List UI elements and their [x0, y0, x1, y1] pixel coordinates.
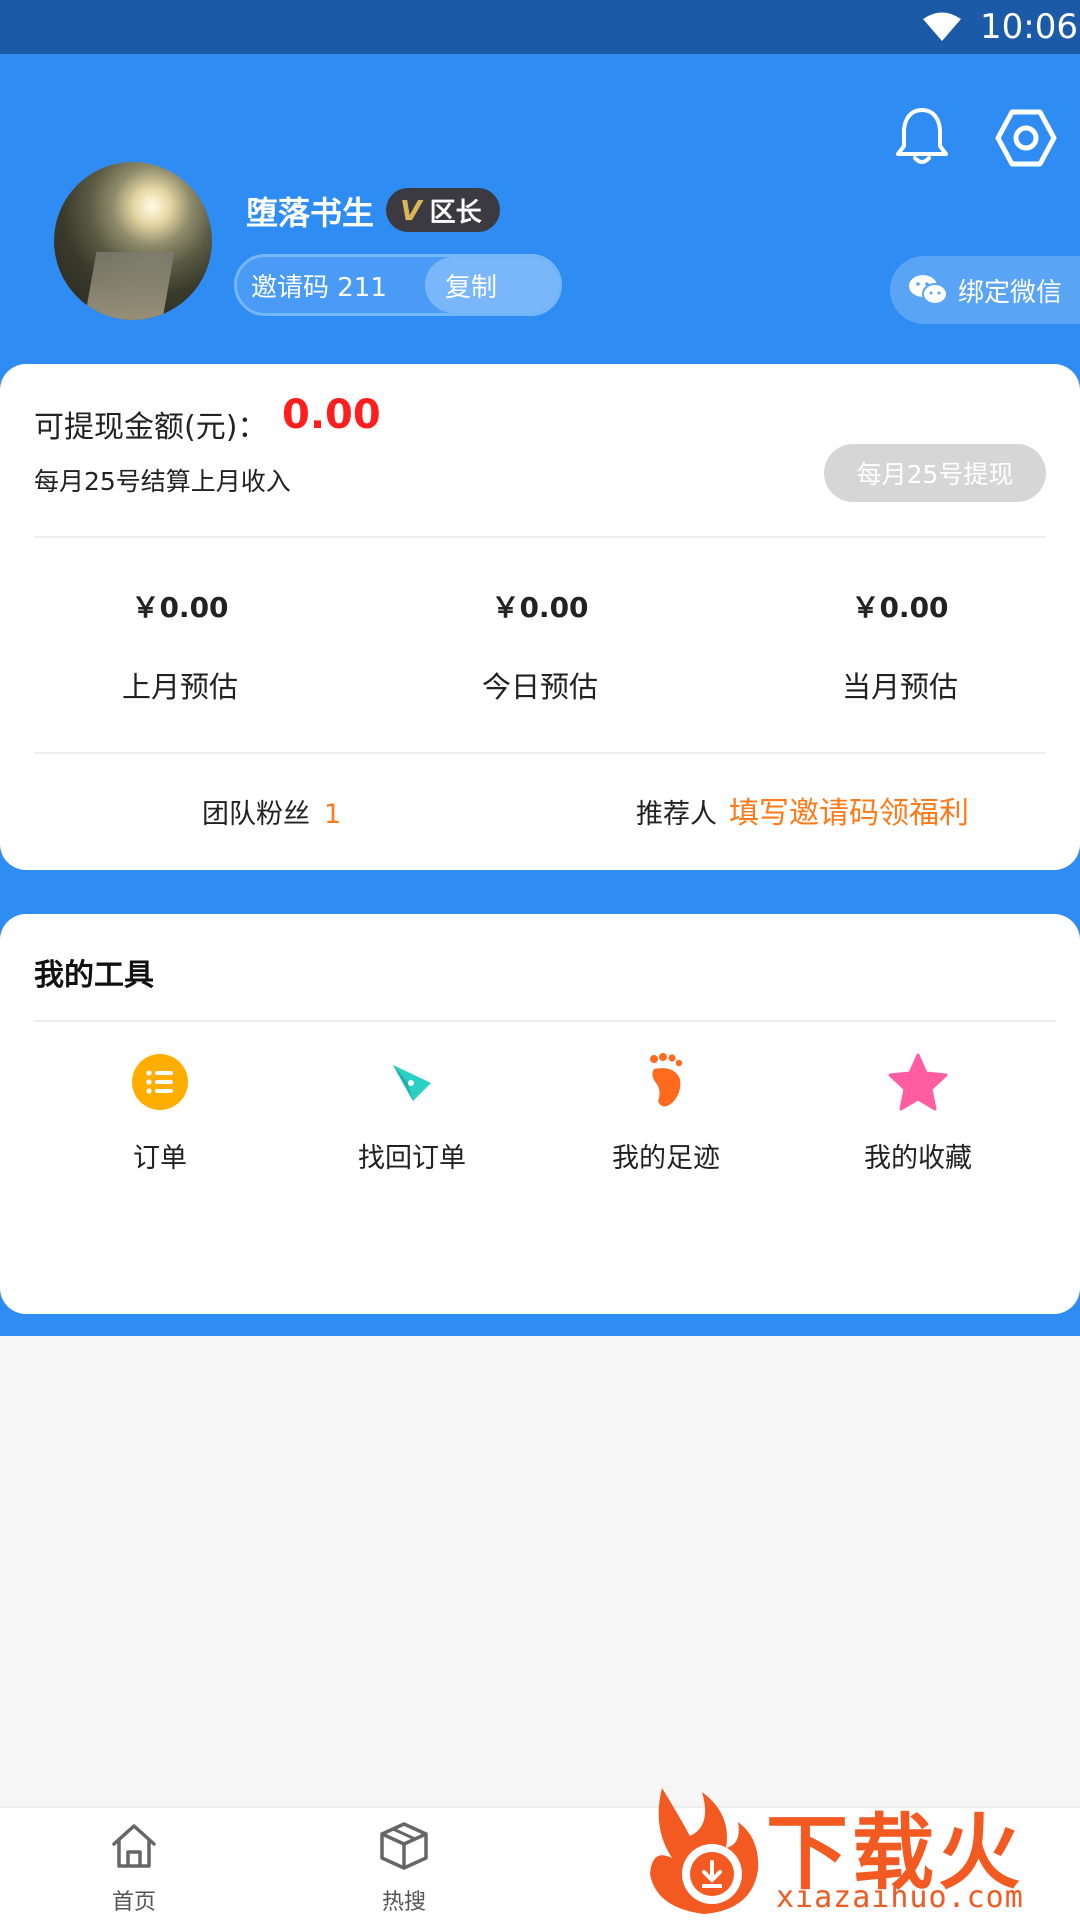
withdrawable-amount: 0.00: [282, 392, 381, 438]
referrer: 推荐人 填写邀请码领福利: [636, 788, 969, 832]
watermark-url: xiazaihuo.com: [776, 1880, 1024, 1915]
team-fans-label: 团队粉丝: [202, 799, 310, 830]
tab-label: 热搜: [381, 1890, 426, 1915]
vip-rank: 区长: [429, 197, 482, 228]
tool-label: 我的收藏: [864, 1143, 972, 1174]
tab-hot-search[interactable]: 热搜: [344, 1818, 464, 1916]
notification-bell-icon[interactable]: [890, 104, 954, 168]
tool-favorites[interactable]: 我的收藏: [828, 1052, 1008, 1175]
tool-footprint[interactable]: 我的足迹: [576, 1052, 756, 1175]
tab-home[interactable]: 首页: [74, 1818, 194, 1916]
invite-code-pill: 邀请码 211 复制: [234, 254, 562, 316]
footprint-icon: [650, 1053, 683, 1107]
stat-this-month[interactable]: ￥0.00 当月预估: [780, 586, 1020, 706]
referrer-invite-link[interactable]: 填写邀请码领福利: [729, 796, 969, 831]
stat-value: ￥0.00: [491, 591, 589, 624]
vip-letter: V: [400, 193, 422, 227]
flame-logo-icon: [650, 1788, 759, 1914]
tools-title: 我的工具: [34, 958, 154, 993]
stat-label: 上月预估: [121, 670, 238, 704]
tool-orders[interactable]: 订单: [70, 1052, 250, 1175]
stat-label: 今日预估: [481, 670, 598, 704]
star-icon: [888, 1053, 948, 1111]
username: 堕落书生: [246, 194, 375, 232]
wechat-icon: [909, 275, 948, 305]
team-fans[interactable]: 团队粉丝 1: [202, 792, 341, 831]
invite-code: 邀请码 211: [251, 273, 387, 303]
stat-last-month[interactable]: ￥0.00 上月预估: [60, 586, 300, 706]
stat-today[interactable]: ￥0.00 今日预估: [420, 586, 660, 706]
box-icon: [380, 1822, 428, 1870]
order-list-icon: [132, 1054, 188, 1110]
copy-invite-button[interactable]: 复制: [425, 257, 559, 313]
tool-retrieve-order[interactable]: 找回订单: [322, 1052, 502, 1175]
stat-label: 当月预估: [841, 670, 958, 704]
wifi-icon: [923, 12, 961, 41]
withdraw-button[interactable]: 每月25号提现: [824, 444, 1046, 502]
withdrawable-label: 可提现金额(元)：: [34, 410, 268, 445]
stat-value: ￥0.00: [851, 591, 949, 624]
tool-label: 找回订单: [358, 1143, 466, 1174]
settings-gear-icon[interactable]: [994, 106, 1058, 170]
divider: [34, 752, 1046, 754]
earnings-card: 可提现金额(元)： 0.00 每月25号结算上月收入 每月25号提现 ￥0.00…: [0, 364, 1080, 870]
referrer-label: 推荐人: [636, 799, 717, 830]
divider: [34, 1020, 1056, 1022]
status-time: 10:06: [980, 7, 1078, 47]
bind-wechat-label: 绑定微信: [958, 277, 1063, 308]
bind-wechat-button[interactable]: 绑定微信: [890, 256, 1080, 324]
settlement-note: 每月25号结算上月收入: [34, 467, 291, 496]
tools-card: 我的工具 订单 找回订单 我的足迹 我的收藏: [0, 914, 1080, 1314]
tool-label: 我的足迹: [612, 1143, 720, 1174]
team-fans-count: 1: [324, 799, 342, 830]
watermark-logo: 下载火 xiazaihuo.com: [642, 1778, 1080, 1920]
vip-badge: V 区长: [386, 188, 500, 232]
divider: [34, 536, 1046, 538]
retrieve-order-icon: [393, 1065, 431, 1101]
stat-value: ￥0.00: [131, 591, 229, 624]
tab-label: 首页: [111, 1890, 156, 1915]
status-bar: 10:06: [0, 0, 1080, 54]
home-icon: [112, 1824, 156, 1868]
tool-label: 订单: [133, 1143, 187, 1174]
avatar[interactable]: [54, 162, 212, 320]
